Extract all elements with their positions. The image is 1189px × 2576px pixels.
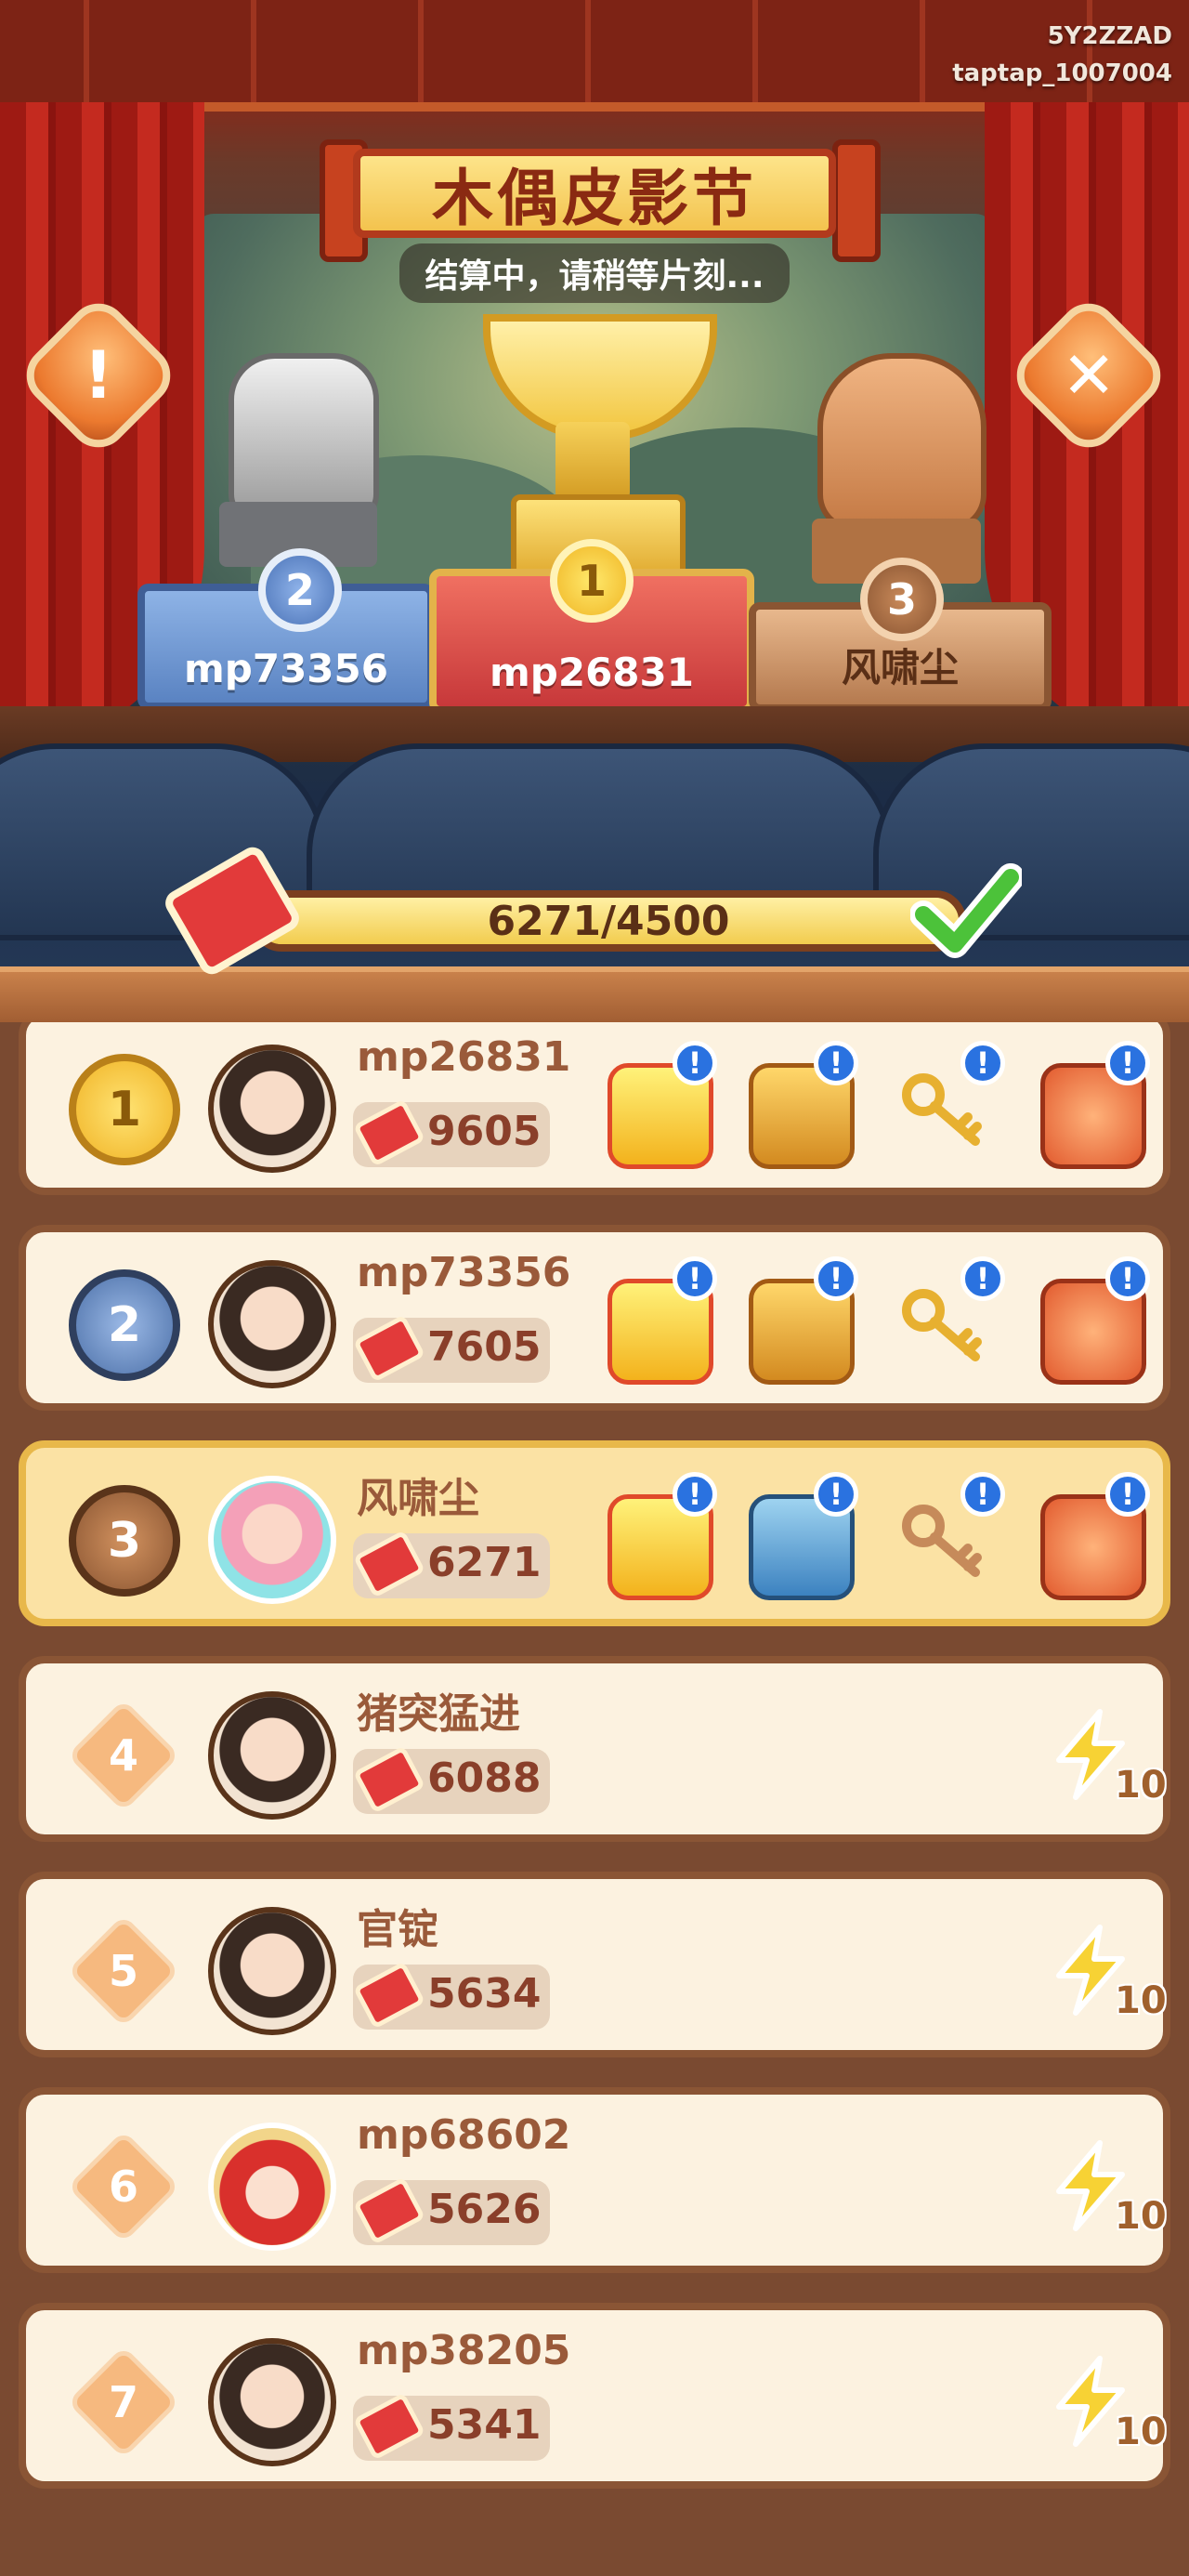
- info-alert-icon: !: [1105, 1256, 1150, 1301]
- ranking-list[interactable]: 1 mp26831 9605 ! ! ! ! 2 mp73356 7605 ! …: [0, 1022, 1189, 2576]
- avatar[interactable]: [208, 2338, 336, 2466]
- info-alert-icon: !: [1105, 1041, 1150, 1085]
- info-alert-icon: !: [814, 1041, 858, 1085]
- reward-chest[interactable]: !: [743, 1472, 858, 1602]
- player-score: 5626: [427, 2186, 542, 2233]
- avatar[interactable]: [208, 1045, 336, 1173]
- bronze-hand-trophy-icon: [817, 353, 986, 532]
- reward-pouch[interactable]: !: [1035, 1256, 1150, 1387]
- stage-rail: [0, 966, 1189, 1022]
- info-alert-icon: !: [673, 1041, 717, 1085]
- player-score: 5341: [427, 2401, 542, 2449]
- avatar[interactable]: [208, 1907, 336, 2035]
- rank-badge-2: 2: [258, 548, 342, 632]
- info-alert-icon: !: [673, 1256, 717, 1301]
- event-title: 木偶皮影节: [432, 163, 757, 234]
- gold-medal-icon: 1: [69, 1054, 180, 1165]
- info-alert-icon: !: [673, 1472, 717, 1517]
- player-name: 风啸尘: [357, 1475, 479, 1522]
- avatar[interactable]: [208, 1260, 336, 1388]
- ranking-row[interactable]: 7 mp38205 5341 10: [19, 2303, 1170, 2489]
- info-alert-icon: !: [814, 1472, 858, 1517]
- ticket-progress-bar: 6271/4500: [251, 890, 966, 952]
- reward-count: 10: [1115, 1764, 1167, 1807]
- rank-badge-3: 3: [860, 558, 944, 641]
- avatar[interactable]: [208, 1691, 336, 1820]
- player-name: mp73356: [357, 1249, 571, 1296]
- reward-energy-bucket[interactable]: !: [602, 1472, 717, 1602]
- reward-key[interactable]: !: [890, 1041, 1005, 1171]
- info-alert-icon: !: [960, 1256, 1005, 1301]
- rank-number: 7: [108, 2377, 138, 2427]
- player-score: 6271: [427, 1539, 542, 1586]
- reward-energy-bucket[interactable]: !: [602, 1256, 717, 1387]
- player-name: mp68602: [357, 2111, 571, 2159]
- podium-name: mp73356: [184, 646, 388, 691]
- reward-count: 10: [1115, 2195, 1167, 2238]
- info-alert-icon: !: [960, 1041, 1005, 1085]
- ranking-row-self[interactable]: 3 风啸尘 6271 ! ! ! !: [19, 1440, 1170, 1626]
- player-name: mp26831: [357, 1033, 571, 1081]
- reward-chest[interactable]: !: [743, 1041, 858, 1171]
- reward-chest[interactable]: !: [743, 1256, 858, 1387]
- rank-number: 6: [108, 2162, 138, 2212]
- player-score: 9605: [427, 1108, 542, 1155]
- bronze-medal-icon: 3: [69, 1485, 180, 1597]
- podium-name: 风啸尘: [841, 645, 959, 690]
- info-alert-icon: !: [1105, 1472, 1150, 1517]
- progress-text: 6271/4500: [487, 897, 730, 945]
- ranking-row[interactable]: 1 mp26831 9605 ! ! ! !: [19, 1022, 1170, 1195]
- stage-canopy: [0, 0, 1189, 112]
- rank-number: 4: [108, 1730, 138, 1781]
- event-banner: 木偶皮影节: [353, 149, 836, 238]
- ranking-row[interactable]: 2 mp73356 7605 ! ! ! !: [19, 1225, 1170, 1411]
- info-alert-icon: !: [814, 1256, 858, 1301]
- reward-count: 10: [1115, 2411, 1167, 2453]
- podium-name: mp26831: [490, 650, 694, 695]
- ranking-row[interactable]: 5 官锭 5634 10: [19, 1872, 1170, 2057]
- player-name: 官锭: [357, 1906, 438, 1953]
- rank-number: 5: [108, 1946, 138, 1996]
- banner-rod-right: [832, 139, 881, 262]
- avatar[interactable]: [208, 2123, 336, 2251]
- gold-trophy-stem: [555, 422, 630, 500]
- status-subtitle: 结算中，请稍等片刻...: [399, 243, 790, 303]
- exclamation-icon: !: [84, 337, 113, 414]
- checkmark-icon: [909, 855, 1025, 966]
- reward-count: 10: [1115, 1979, 1167, 2022]
- avatar[interactable]: [208, 1476, 336, 1604]
- player-name: mp38205: [357, 2327, 571, 2374]
- watermark-user: taptap_1007004: [952, 59, 1172, 87]
- reward-pouch[interactable]: !: [1035, 1041, 1150, 1171]
- close-icon: ✕: [1061, 337, 1117, 414]
- silver-medal-icon: 2: [69, 1269, 180, 1381]
- ranking-row[interactable]: 6 mp68602 5626 10: [19, 2087, 1170, 2273]
- player-score: 6088: [427, 1755, 542, 1802]
- stage-header: 木偶皮影节 结算中，请稍等片刻... ! ✕ mp73356 mp26831 风…: [0, 0, 1189, 1022]
- player-name: 猪突猛进: [357, 1690, 520, 1738]
- player-score: 7605: [427, 1323, 542, 1371]
- player-score: 5634: [427, 1970, 542, 2017]
- reward-key[interactable]: !: [890, 1256, 1005, 1387]
- watermark-code: 5Y2ZZAD: [1047, 22, 1172, 50]
- reward-pouch[interactable]: !: [1035, 1472, 1150, 1602]
- info-alert-icon: !: [960, 1472, 1005, 1517]
- rank-badge-1: 1: [550, 539, 634, 623]
- reward-energy-bucket[interactable]: !: [602, 1041, 717, 1171]
- silver-fist-trophy-icon: [229, 353, 379, 522]
- ranking-row[interactable]: 4 猪突猛进 6088 10: [19, 1656, 1170, 1842]
- reward-key[interactable]: !: [890, 1472, 1005, 1602]
